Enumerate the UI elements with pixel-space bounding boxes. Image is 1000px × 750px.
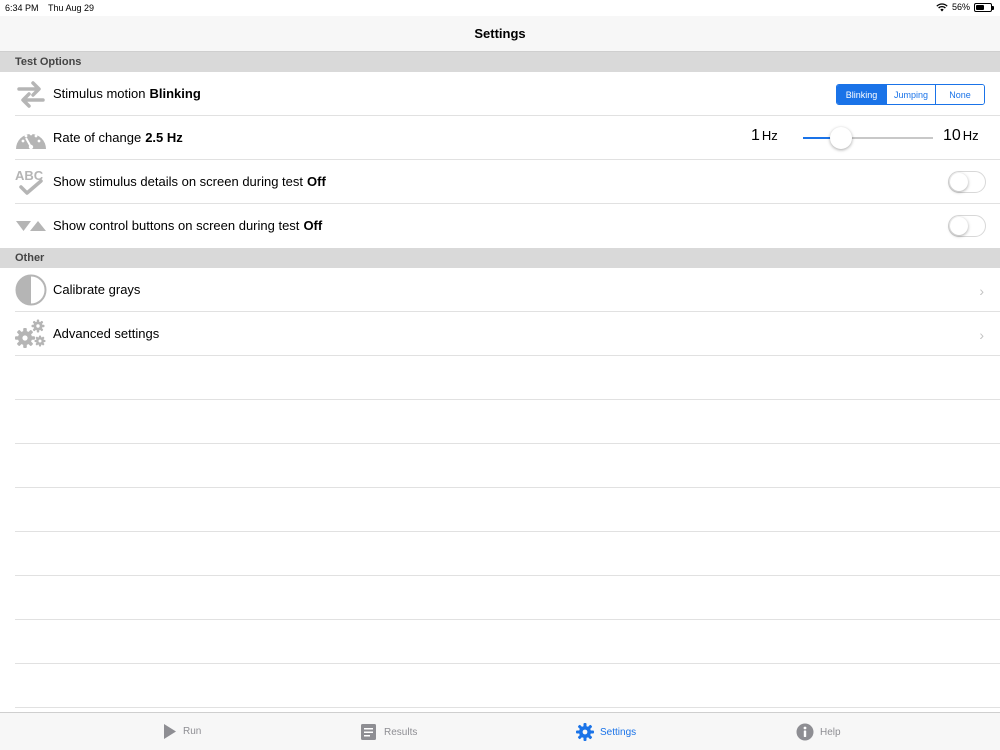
empty-row-divider xyxy=(15,663,1000,664)
stimulus-motion-row: Stimulus motion Blinking Blinking Jumping… xyxy=(0,72,1000,116)
slider-min-value: 1 xyxy=(751,127,760,144)
stimulus-details-row: ABC Show stimulus details on screen duri… xyxy=(0,160,1000,204)
rate-of-change-label: Rate of change 2.5 Hz xyxy=(53,130,183,145)
control-buttons-value: Off xyxy=(303,218,323,233)
speedometer-icon xyxy=(15,122,47,154)
stimulus-motion-value: Blinking xyxy=(149,86,201,101)
rate-of-change-value: 2.5 Hz xyxy=(145,130,183,145)
tab-run[interactable]: Run xyxy=(163,723,201,740)
tab-settings-label: Settings xyxy=(600,726,637,738)
battery-icon xyxy=(974,2,994,12)
slider-min-unit: Hz xyxy=(761,128,778,143)
row-divider xyxy=(15,355,1000,356)
battery-percent: 56% xyxy=(951,2,970,12)
advanced-settings-label: Advanced settings xyxy=(53,326,160,341)
slider-min-label: 1 Hz xyxy=(751,127,778,145)
stimulus-details-value: Off xyxy=(307,174,326,189)
tab-settings[interactable]: Settings xyxy=(576,723,636,741)
tab-results-label: Results xyxy=(384,726,418,738)
segment-jumping[interactable]: Jumping xyxy=(886,85,935,104)
toggle-knob xyxy=(950,173,968,191)
gear-icon xyxy=(576,723,594,741)
nav-bar: Settings xyxy=(0,16,1000,52)
calibrate-grays-row[interactable]: Calibrate grays › xyxy=(0,268,1000,312)
calibrate-grays-label: Calibrate grays xyxy=(53,282,141,297)
slider-max-label: 10 Hz xyxy=(943,127,979,145)
empty-row-divider xyxy=(15,619,1000,620)
status-date: Thu Aug 29 xyxy=(48,3,95,13)
toggle-knob xyxy=(950,217,968,235)
stimulus-motion-title: Stimulus motion xyxy=(53,86,146,101)
empty-row-divider xyxy=(15,531,1000,532)
empty-row-divider xyxy=(15,487,1000,488)
stimulus-details-label: Show stimulus details on screen during t… xyxy=(53,174,326,189)
empty-row-divider xyxy=(15,707,1000,708)
stimulus-details-toggle[interactable] xyxy=(948,171,986,193)
gears-icon xyxy=(15,318,47,350)
stimulus-motion-label: Stimulus motion Blinking xyxy=(53,86,201,101)
swap-arrows-icon xyxy=(15,78,47,110)
wifi-icon xyxy=(936,2,948,11)
half-circle-icon xyxy=(15,274,47,306)
segment-none[interactable]: None xyxy=(935,85,984,104)
status-time: 6:34 PM xyxy=(5,3,39,13)
stimulus-details-title: Show stimulus details on screen during t… xyxy=(53,174,304,189)
rate-slider[interactable] xyxy=(803,127,933,149)
rate-of-change-row: Rate of change 2.5 Hz 1 Hz 10 Hz xyxy=(0,116,1000,160)
empty-row-divider xyxy=(15,575,1000,576)
chevron-right-icon: › xyxy=(979,283,984,299)
document-icon xyxy=(361,724,376,740)
stimulus-motion-segmented-control: Blinking Jumping None xyxy=(836,84,985,105)
status-bar: 6:34 PM Thu Aug 29 56% xyxy=(0,0,1000,16)
control-buttons-row: Show control buttons on screen during te… xyxy=(0,204,1000,248)
empty-row-divider xyxy=(15,443,1000,444)
tab-results[interactable]: Results xyxy=(360,723,417,741)
tab-bar: Run Results Settings Help xyxy=(0,712,1000,750)
page-title: Settings xyxy=(474,26,526,41)
abc-check-icon: ABC xyxy=(15,166,47,198)
chevron-right-icon: › xyxy=(979,327,984,343)
rate-of-change-title: Rate of change xyxy=(53,130,142,145)
tab-run-label: Run xyxy=(183,726,202,737)
status-right: 56% xyxy=(936,2,994,12)
tab-help[interactable]: Help xyxy=(796,723,841,741)
play-icon xyxy=(164,724,176,739)
slider-max-unit: Hz xyxy=(962,128,979,143)
segment-blinking[interactable]: Blinking xyxy=(837,85,886,104)
control-buttons-title: Show control buttons on screen during te… xyxy=(53,218,300,233)
triangles-icon xyxy=(15,210,47,242)
control-buttons-label: Show control buttons on screen during te… xyxy=(53,218,322,233)
info-icon xyxy=(796,723,814,741)
section-header-test-options: Test Options xyxy=(0,52,1000,72)
section-header-other: Other xyxy=(0,248,1000,268)
advanced-settings-row[interactable]: Advanced settings › xyxy=(0,312,1000,356)
slider-max-value: 10 xyxy=(943,127,961,144)
tab-help-label: Help xyxy=(820,726,841,738)
slider-knob[interactable] xyxy=(829,127,852,149)
empty-row-divider xyxy=(15,399,1000,400)
control-buttons-toggle[interactable] xyxy=(948,215,986,237)
